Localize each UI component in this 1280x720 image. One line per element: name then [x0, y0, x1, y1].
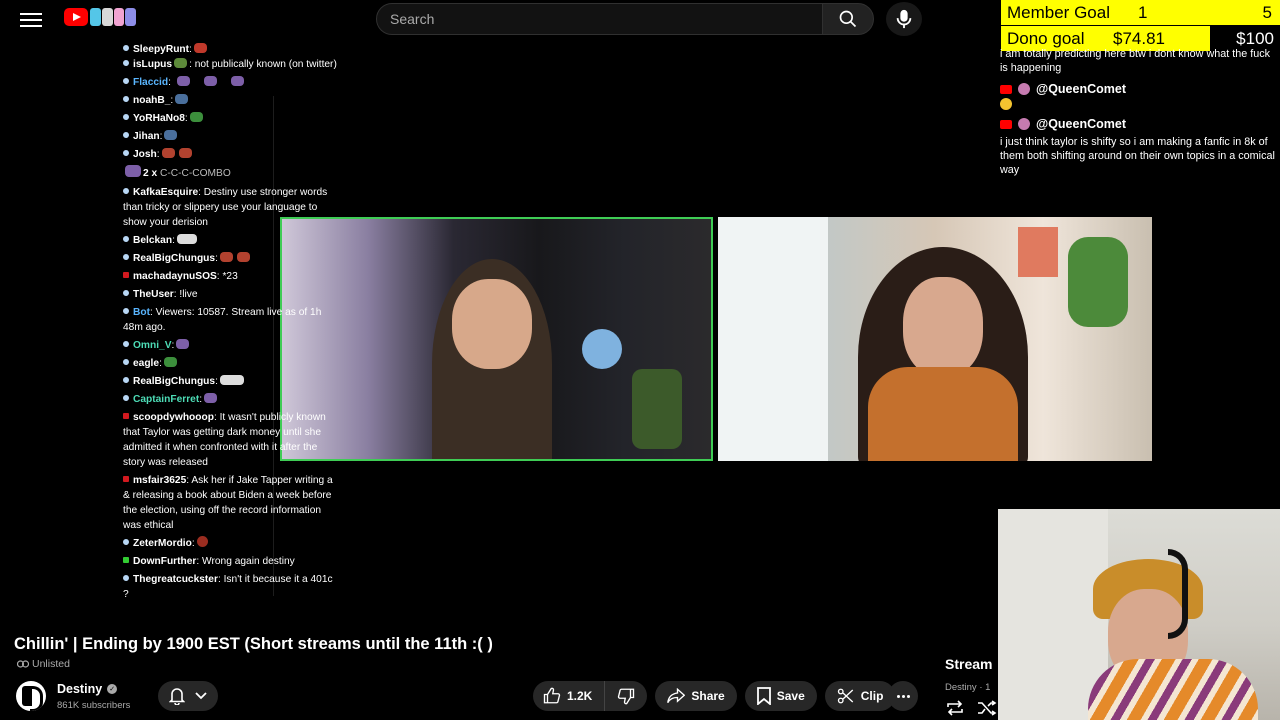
link-icon	[17, 660, 29, 668]
dono-goal-label: Dono goal	[1007, 29, 1085, 48]
voice-search-button[interactable]	[886, 2, 922, 36]
combo-line: 2 x C-C-C-COMBO	[123, 165, 339, 181]
search-icon	[839, 10, 857, 28]
youtube-icon	[1000, 119, 1012, 129]
chat-message: YoRHaNo8:	[123, 111, 339, 126]
chat-message: Belckan:	[123, 233, 339, 248]
channel-avatar[interactable]	[16, 681, 46, 711]
chat-message: msfair3625: Ask her if Jake Tapper writi…	[123, 475, 333, 531]
chat-message: Thegreatcuckster: Isn't it because it a …	[123, 574, 333, 600]
like-dislike-group: 1.2K	[533, 681, 648, 711]
right-chat-overlay: i am totally predicting here btw i dont …	[1000, 47, 1280, 177]
visibility-badge: Unlisted	[17, 658, 70, 670]
thumbs-down-icon	[618, 688, 635, 705]
chat-message: TheUser: !live	[123, 287, 339, 302]
notification-bell-button[interactable]	[158, 681, 218, 711]
emote-icon	[193, 43, 207, 53]
chat-message: CaptainFerret:	[123, 392, 339, 407]
hamburger-icon[interactable]	[20, 9, 42, 29]
member-goal-current: 1	[1138, 3, 1148, 22]
repeat-icon[interactable]	[945, 700, 965, 716]
chat-message: ZeterMordio:	[123, 536, 339, 551]
video-title: Chillin' | Ending by 1900 EST (Short str…	[14, 635, 493, 653]
goals-widget: Member Goal 1 5 Dono goal $74.81 $100	[1001, 0, 1280, 51]
chat-message: eagle:	[123, 356, 339, 371]
share-button[interactable]: Share	[655, 681, 737, 711]
dono-goal-target: $100	[1236, 29, 1274, 48]
chat-message: Omni_V:	[123, 338, 339, 353]
right-chat-author: @QueenComet	[1000, 117, 1280, 131]
dono-goal-current: $74.81	[1113, 29, 1165, 48]
dislike-button[interactable]	[605, 681, 647, 711]
subscriber-count: 861K subscribers	[57, 700, 131, 711]
member-goal-target: 5	[1262, 3, 1272, 22]
channel-name[interactable]: Destiny ✓	[57, 682, 118, 696]
youtube-logo[interactable]	[64, 8, 136, 26]
chat-message: KafkaEsquire: Destiny use stronger words…	[123, 187, 328, 228]
bell-icon	[169, 688, 185, 705]
play-icon	[64, 8, 88, 26]
chat-message: Jihan:	[123, 129, 339, 144]
verified-icon: ✓	[107, 684, 118, 694]
chat-message: Bot: Viewers: 10587. Stream live as of 1…	[123, 307, 322, 333]
clip-button[interactable]: Clip	[824, 681, 896, 711]
side-panel-title: Stream	[945, 656, 993, 672]
chevron-down-icon	[195, 692, 207, 700]
member-goal-label: Member Goal	[1007, 3, 1110, 22]
more-actions-button[interactable]	[888, 681, 918, 711]
chat-message: machadaynuSOS: *23	[123, 269, 339, 284]
search-input[interactable]	[377, 4, 822, 34]
more-dots-icon	[896, 694, 900, 698]
chat-message: noahB_:	[123, 93, 339, 108]
chat-message: SleepyRunt:	[123, 42, 339, 57]
youtube-icon	[1000, 84, 1012, 94]
member-goal: Member Goal 1 5	[1001, 0, 1280, 25]
bookmark-icon	[756, 687, 771, 705]
side-panel-controls	[945, 700, 997, 716]
shuffle-icon[interactable]	[977, 700, 997, 716]
emote-icon	[125, 165, 141, 177]
top-bar	[0, 0, 1000, 40]
chat-message: RealBigChungus:	[123, 251, 339, 266]
video-tile-left	[280, 217, 713, 461]
chat-message: isLupus: not publically known (on twitte…	[123, 57, 339, 72]
chat-message: RealBigChungus:	[123, 374, 339, 389]
crying-emoji-icon	[1000, 98, 1012, 110]
webcam-overlay	[998, 509, 1280, 720]
chat-message: DownFurther: Wrong again destiny	[123, 554, 339, 569]
right-chat-text: i am totally predicting here btw i dont …	[1000, 48, 1271, 74]
right-chat-text: i just think taylor is shifty so i am ma…	[1000, 136, 1275, 176]
chat-message: Flaccid:	[123, 75, 339, 90]
emote-icon	[174, 58, 188, 68]
chat-overlay: SleepyRunt: isLupus: not publically know…	[123, 42, 339, 602]
right-chat-author: @QueenComet	[1000, 82, 1280, 96]
search-button[interactable]	[822, 3, 874, 35]
side-panel-subtitle: Destiny · 1	[945, 682, 991, 693]
chat-message: scoopdywhooop: It wasn't publicly known …	[123, 412, 326, 468]
share-icon	[667, 688, 686, 704]
chat-message: Josh:	[123, 147, 339, 162]
avatar	[1018, 83, 1030, 95]
like-button[interactable]: 1.2K	[533, 681, 606, 711]
video-tile-right	[718, 217, 1152, 461]
scissors-icon	[837, 688, 853, 704]
mic-icon	[896, 9, 912, 29]
avatar	[1018, 118, 1030, 130]
doodle-art	[90, 8, 136, 26]
action-bar: 1.2K Share Save Clip	[533, 681, 896, 711]
thumbs-up-icon	[543, 687, 561, 704]
save-button[interactable]: Save	[744, 681, 817, 711]
search-box[interactable]	[376, 3, 823, 35]
